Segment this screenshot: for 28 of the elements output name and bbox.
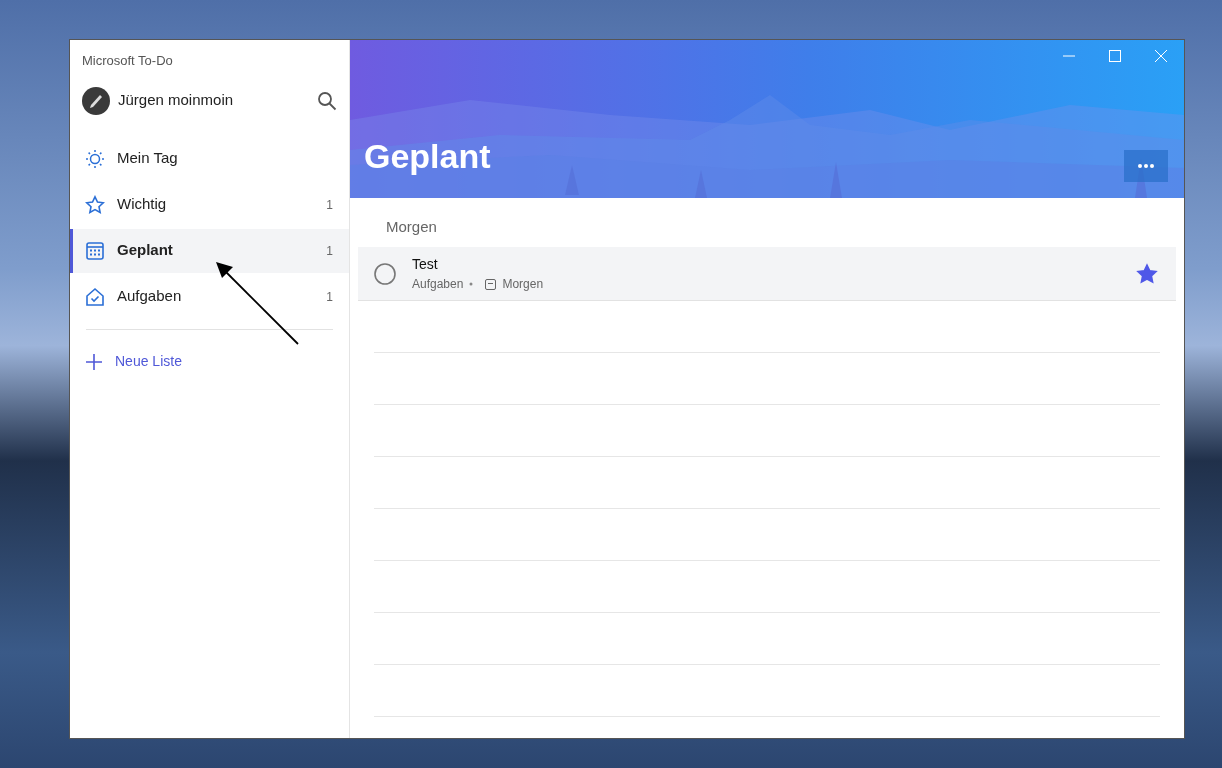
star-icon[interactable]: [1136, 262, 1158, 285]
plus-icon: [85, 352, 103, 371]
calendar-icon: [485, 278, 497, 290]
task-row[interactable]: Test Aufgaben Morgen: [358, 247, 1176, 301]
avatar-icon[interactable]: [82, 86, 110, 115]
more-options-button[interactable]: [1124, 150, 1168, 182]
user-name: Jürgen moinmoin: [118, 90, 235, 111]
house-check-icon: [85, 286, 105, 307]
new-list-button[interactable]: Neue Liste: [70, 341, 349, 382]
sidebar-item[interactable]: Geplant 1: [70, 228, 349, 273]
maximize-icon: [1109, 50, 1121, 62]
sidebar-item[interactable]: Mein Tag: [70, 136, 349, 181]
search-icon[interactable]: [317, 90, 337, 111]
group-heading: Morgen: [385, 217, 438, 237]
star-icon: [85, 194, 105, 215]
separator-dot-icon: [469, 282, 474, 286]
app-title: Microsoft To-Do: [81, 52, 174, 70]
sidebar-item[interactable]: Wichtig 1: [70, 182, 349, 227]
task-due-date: Morgen: [502, 276, 544, 293]
task-list-name: Aufgaben: [412, 276, 464, 293]
ellipsis-icon: [1138, 164, 1154, 168]
sun-icon: [85, 148, 105, 169]
list-title: Geplant: [364, 138, 491, 176]
calendar-icon: [85, 240, 105, 261]
sidebar-item[interactable]: Aufgaben 1: [70, 274, 349, 319]
close-icon: [1155, 50, 1167, 62]
complete-checkbox[interactable]: [374, 262, 396, 285]
task-title: Test: [412, 255, 439, 274]
